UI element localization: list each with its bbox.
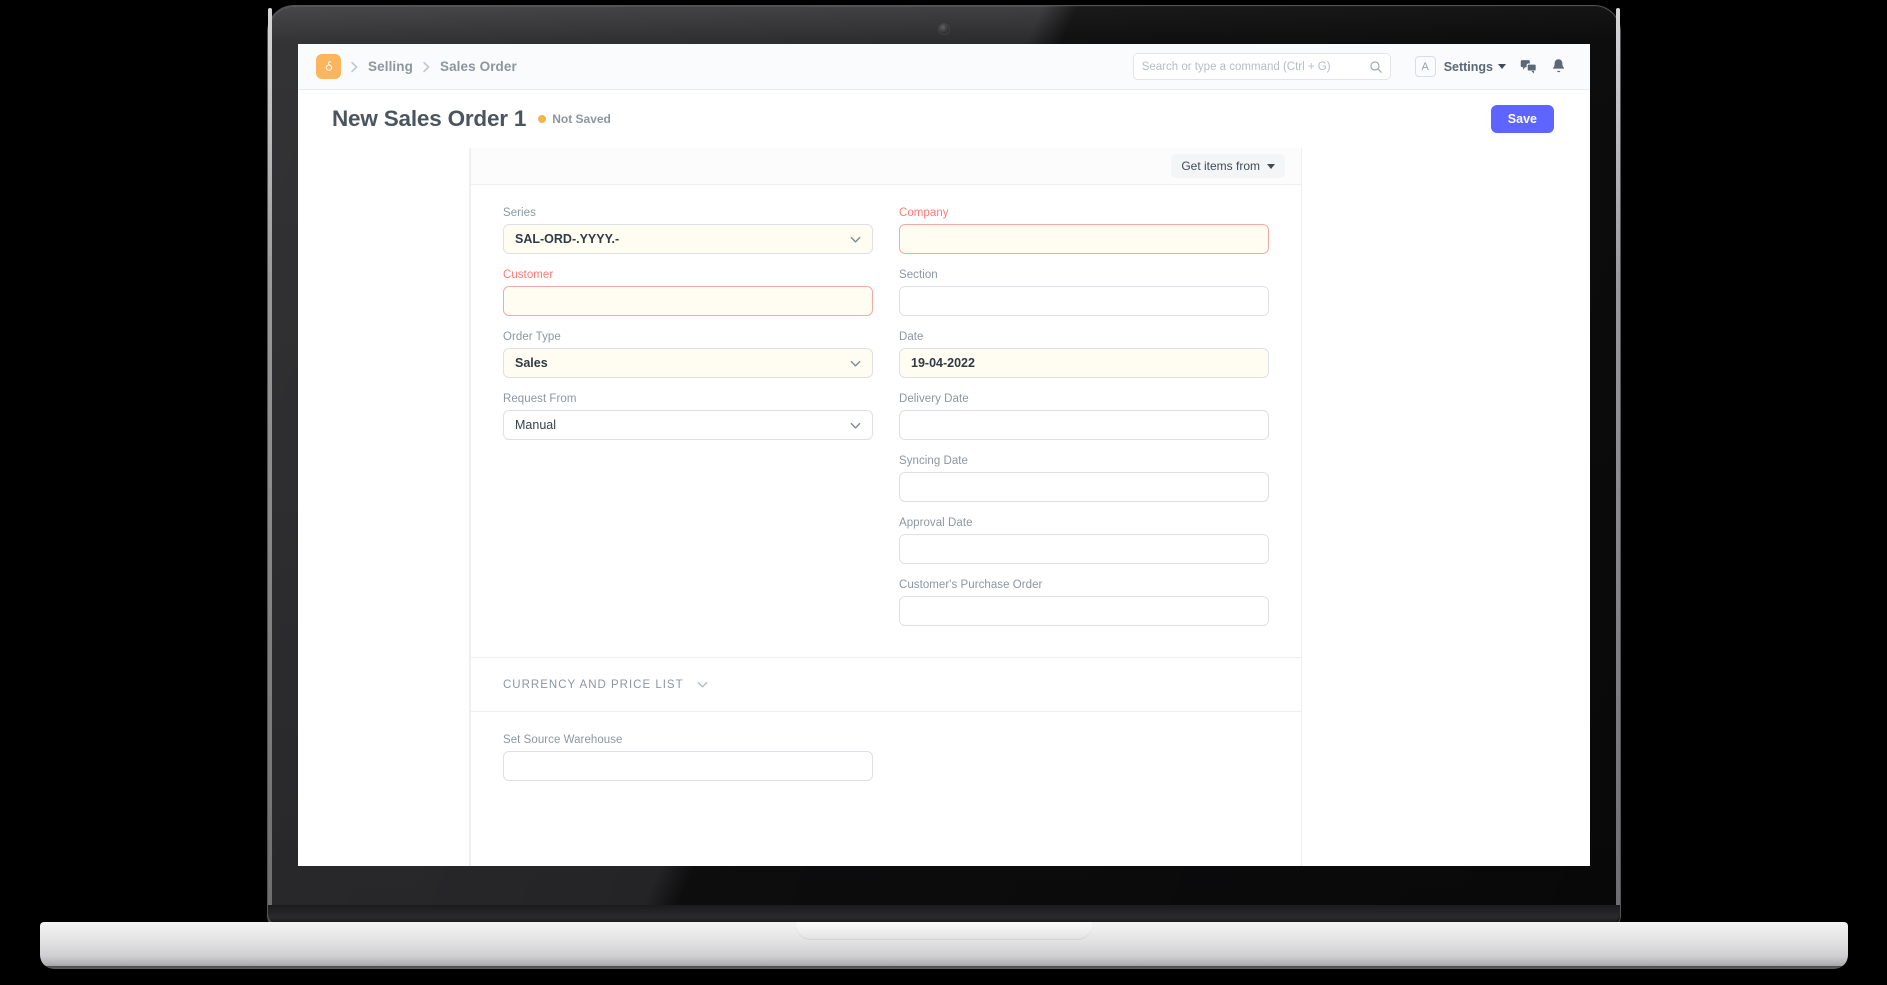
field-label-section: Section [899,269,938,281]
search-icon [1369,60,1383,79]
field-control-series [503,224,873,254]
field-label-date: Date [899,331,924,343]
page-body: Get items from Series Customer Order Type R… [298,148,1590,866]
field-control-company [899,224,1269,254]
field-order-type: Order Type [503,331,873,378]
navbar-right-actions: A Settings [1414,56,1566,77]
chat-bubbles-icon[interactable] [1520,58,1537,75]
field-company: Company [899,207,1269,254]
caret-down-icon [1498,64,1506,69]
currency-and-price-list-section-body: Set Source Warehouse [471,712,1301,822]
field-label-approval-date: Approval Date [899,517,973,529]
field-approval-date: Approval Date [899,517,1269,564]
laptop-base [40,922,1848,969]
left-side-panel [298,148,470,866]
page-title: New Sales Order 1 [332,105,527,131]
field-date: Date [899,331,1269,378]
input-syncing-date[interactable] [899,472,1269,502]
input-approval-date[interactable] [899,534,1269,564]
caret-down-icon [1267,163,1275,169]
currency-right-column [899,734,1269,796]
input-customer[interactable] [503,286,873,316]
input-date[interactable] [899,348,1269,378]
field-label-customer: Customer [503,269,554,281]
field-label-request-from: Request From [503,393,577,405]
field-control-approval-date [899,534,1269,564]
input-section[interactable] [899,286,1269,316]
breadcrumb-separator-icon [422,61,431,73]
avatar[interactable]: A [1414,56,1436,77]
get-items-from-label: Get items from [1181,159,1260,173]
status-badge: Not Saved [538,112,611,126]
field-syncing-date: Syncing Date [899,455,1269,502]
section-title: CURRENCY AND PRICE LIST [503,678,684,691]
settings-label: Settings [1443,59,1493,74]
input-customers-purchase-order[interactable] [899,596,1269,626]
breadcrumb-sales-order[interactable]: Sales Order [440,59,517,74]
base-shadow [40,966,1848,974]
input-request-from[interactable] [503,410,873,440]
global-search[interactable] [1132,53,1391,80]
breadcrumb-separator-icon [350,61,359,73]
field-label-syncing-date: Syncing Date [899,455,968,467]
field-control-date [899,348,1269,378]
search-input[interactable] [1141,60,1382,73]
field-control-set-source-warehouse [503,751,873,781]
field-set-source-warehouse: Set Source Warehouse [503,734,873,781]
field-request-from: Request From [503,393,873,440]
field-label-set-source-warehouse: Set Source Warehouse [503,734,623,746]
field-section: Section [899,269,1269,316]
webcam-icon [938,23,950,35]
field-label-company: Company [899,207,949,219]
currency-left-column: Set Source Warehouse [503,734,873,796]
field-label-series: Series [503,207,536,219]
save-button[interactable]: Save [1490,104,1554,133]
field-control-section [899,286,1269,316]
status-label: Not Saved [552,111,611,126]
field-customer: Customer [503,269,873,316]
lid-left-edge [268,8,272,908]
chevron-down-icon [696,678,709,691]
field-series: Series [503,207,873,254]
input-series[interactable] [503,224,873,254]
field-control-request-from [503,410,873,440]
content-column: Get items from Series Customer Order Type R… [470,148,1590,866]
status-dot-icon [538,114,547,123]
field-delivery-date: Delivery Date [899,393,1269,440]
screen-viewport: Selling Sales Order A Settings [298,44,1590,866]
form-right-column: Company Section Date Delivery Date Syncing D… [899,207,1269,641]
input-order-type[interactable] [503,348,873,378]
field-control-customer [503,286,873,316]
page-header: New Sales Order 1 Not Saved Save [298,90,1590,148]
input-set-source-warehouse[interactable] [503,751,873,781]
form-toolbar: Get items from [471,148,1301,185]
input-delivery-date[interactable] [899,410,1269,440]
field-control-order-type [503,348,873,378]
field-control-customers-purchase-order [899,596,1269,626]
lid-right-edge [1616,8,1620,908]
top-navbar: Selling Sales Order A Settings [298,44,1590,90]
base-notch [796,922,1092,940]
form-container: Get items from Series Customer Order Type R… [470,148,1302,866]
breadcrumb-selling[interactable]: Selling [368,59,413,74]
field-label-delivery-date: Delivery Date [899,393,969,405]
field-control-delivery-date [899,410,1269,440]
form-grid: Series Customer Order Type Request From Com… [503,207,1269,641]
settings-menu[interactable]: Settings [1444,60,1506,74]
form-left-column: Series Customer Order Type Request From [503,207,873,641]
get-items-from-button[interactable]: Get items from [1171,154,1285,178]
bell-icon[interactable] [1551,58,1566,75]
main-details-section: Series Customer Order Type Request From Com… [471,185,1301,658]
field-control-syncing-date [899,472,1269,502]
frappe-g-logo-icon[interactable] [316,54,341,79]
laptop-mockup-stage: Selling Sales Order A Settings [0,0,1887,985]
currency-and-price-list-section-header[interactable]: CURRENCY AND PRICE LIST [471,658,1301,712]
input-company[interactable] [899,224,1269,254]
field-customers-purchase-order: Customer's Purchase Order [899,579,1269,626]
field-label-customers-purchase-order: Customer's Purchase Order [899,579,1043,591]
field-label-order-type: Order Type [503,331,561,343]
currency-grid: Set Source Warehouse [503,734,1269,796]
